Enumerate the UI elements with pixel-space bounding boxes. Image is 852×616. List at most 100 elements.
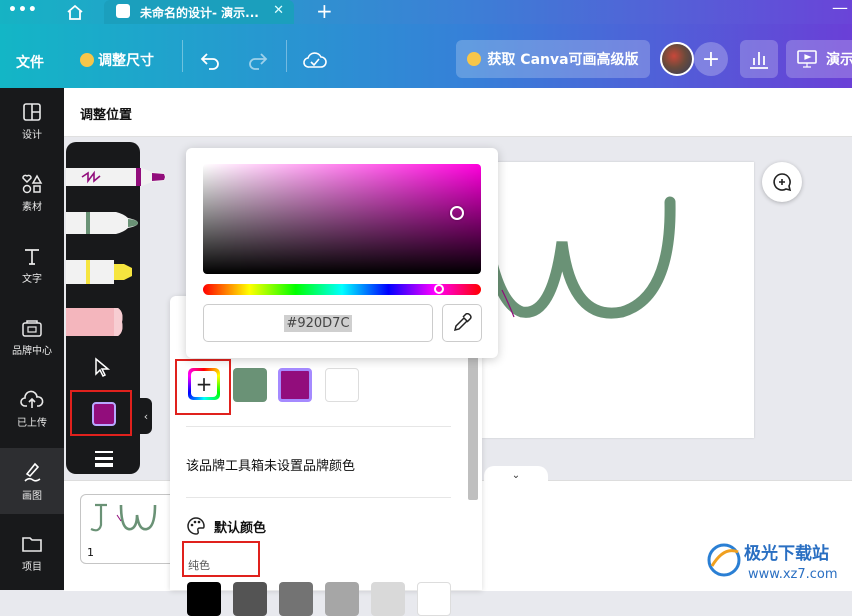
document-color-swatch[interactable]	[278, 368, 312, 402]
plus-icon: +	[191, 371, 217, 397]
canva-tab-icon	[116, 4, 130, 18]
svg-text:极光下载站: 极光下载站	[744, 543, 829, 564]
toolbar-divider	[286, 40, 287, 72]
default-colors-label: 默认颜色	[214, 520, 267, 536]
watermark-logo: 极光下载站 www.xz7.com	[707, 543, 838, 582]
text-icon	[25, 248, 39, 265]
folder-icon	[22, 536, 42, 552]
highlighter-tool[interactable]	[66, 258, 146, 286]
svg-text:www.xz7.com: www.xz7.com	[748, 567, 838, 582]
hue-knob[interactable]	[434, 284, 444, 294]
browser-menu-button[interactable]: •••	[8, 2, 38, 18]
sidebar-item-label: 已上传	[17, 417, 47, 429]
undo-button[interactable]	[198, 48, 222, 76]
solid-colors-label: 纯色	[188, 559, 210, 572]
upload-icon	[20, 390, 44, 408]
sidebar-item-label: 设计	[22, 129, 42, 141]
crown-icon	[467, 52, 482, 66]
document-color-swatch[interactable]	[325, 368, 359, 402]
thumbnail-drawing	[90, 503, 157, 532]
file-menu-button[interactable]: 文件	[16, 52, 44, 72]
sidebar-item-elements[interactable]: 素材	[0, 160, 64, 226]
add-color-button[interactable]: +	[188, 368, 220, 400]
redo-icon	[249, 53, 268, 70]
page-thumbnail[interactable]: 1	[80, 494, 177, 564]
tab-title: 未命名的设计- 演示...	[140, 6, 259, 20]
redo-button[interactable]	[246, 48, 270, 76]
stroke-weight-icon[interactable]	[94, 450, 114, 468]
page-number: 1	[87, 546, 94, 559]
eyedropper-icon	[453, 313, 472, 332]
divider	[186, 426, 451, 427]
new-tab-button[interactable]: +	[316, 0, 333, 23]
eyedropper-button[interactable]	[442, 304, 482, 342]
sidebar-item-label: 文字	[22, 273, 42, 285]
solid-color-swatch[interactable]	[417, 582, 451, 616]
sidebar-item-uploads[interactable]: 已上传	[0, 376, 64, 442]
hex-input[interactable]: #920D7C	[203, 304, 433, 342]
no-brand-colors-text: 该品牌工具箱未设置品牌颜色	[186, 459, 356, 474]
editor-toolbar: 文件 调整尺寸 获取 Canva可画高级版 + 演示	[0, 24, 852, 88]
present-icon	[797, 50, 817, 68]
design-page[interactable]	[482, 162, 754, 438]
sidebar-item-design[interactable]: 设计	[0, 88, 64, 154]
solid-color-swatch[interactable]	[233, 582, 267, 616]
position-button[interactable]: 调整位置	[80, 104, 132, 123]
home-icon	[67, 4, 83, 20]
resize-label: 调整尺寸	[98, 53, 154, 69]
undo-icon	[200, 53, 219, 70]
drawing-strokes	[482, 196, 676, 319]
select-arrow-icon[interactable]	[92, 356, 114, 378]
sidebar-item-draw[interactable]: 画图	[0, 448, 64, 514]
save-status-button[interactable]	[302, 48, 328, 76]
solid-color-swatch[interactable]	[371, 582, 405, 616]
eraser-tool[interactable]	[66, 306, 136, 338]
sidebar-item-label: 素材	[22, 201, 42, 213]
context-toolbar: 调整位置	[64, 88, 852, 137]
elements-icon	[22, 173, 43, 193]
solid-color-swatch[interactable]	[325, 582, 359, 616]
sidebar-item-label: 项目	[22, 561, 42, 573]
upgrade-button[interactable]: 获取 Canva可画高级版	[456, 40, 650, 78]
saturation-knob[interactable]	[450, 206, 464, 220]
bar-chart-icon	[750, 52, 768, 69]
window-minimize-button[interactable]: —	[832, 0, 848, 17]
current-color-swatch[interactable]	[92, 402, 116, 426]
browser-tab[interactable]: 未命名的设计- 演示... ✕	[104, 0, 294, 24]
solid-color-swatch[interactable]	[279, 582, 313, 616]
left-sidebar: 设计 素材 文字 品牌中心 已上传 画图 项目	[0, 88, 64, 590]
toolbar-divider	[182, 40, 183, 72]
home-button[interactable]	[58, 1, 92, 23]
sidebar-item-label: 品牌中心	[12, 345, 52, 357]
layout-icon	[23, 102, 41, 121]
crown-icon	[80, 53, 94, 67]
collapse-tools-button[interactable]: ‹	[140, 398, 152, 434]
saturation-value-area[interactable]	[203, 164, 481, 274]
draw-icon	[24, 462, 41, 482]
add-collaborator-button[interactable]: +	[694, 42, 728, 76]
browser-tab-bar: ••• 未命名的设计- 演示... ✕ + —	[0, 0, 852, 24]
collapse-pages-button[interactable]: ⌄	[484, 466, 548, 484]
upgrade-label: 获取 Canva可画高级版	[487, 52, 639, 68]
sidebar-item-label: 画图	[22, 490, 42, 502]
solid-color-swatch[interactable]	[187, 582, 221, 616]
present-label: 演示	[826, 52, 852, 68]
marker-tool[interactable]	[66, 210, 146, 236]
user-avatar[interactable]	[660, 42, 694, 76]
sidebar-item-brand[interactable]: 品牌中心	[0, 304, 64, 370]
comment-add-icon	[773, 173, 792, 192]
pen-tool[interactable]	[66, 164, 176, 190]
document-color-swatch[interactable]	[233, 368, 267, 402]
hex-value: #920D7C	[284, 314, 352, 332]
sidebar-item-text[interactable]: 文字	[0, 232, 64, 298]
insights-button[interactable]	[740, 40, 778, 78]
cloud-check-icon	[303, 52, 327, 68]
palette-icon	[187, 517, 205, 535]
sidebar-item-projects[interactable]: 项目	[0, 520, 64, 586]
resize-button[interactable]: 调整尺寸	[80, 50, 154, 70]
default-colors-heading: 默认颜色	[186, 516, 266, 536]
close-tab-icon[interactable]: ✕	[273, 3, 284, 18]
add-comment-button[interactable]	[762, 162, 802, 202]
brand-icon	[22, 319, 42, 337]
present-button[interactable]: 演示	[786, 40, 852, 78]
